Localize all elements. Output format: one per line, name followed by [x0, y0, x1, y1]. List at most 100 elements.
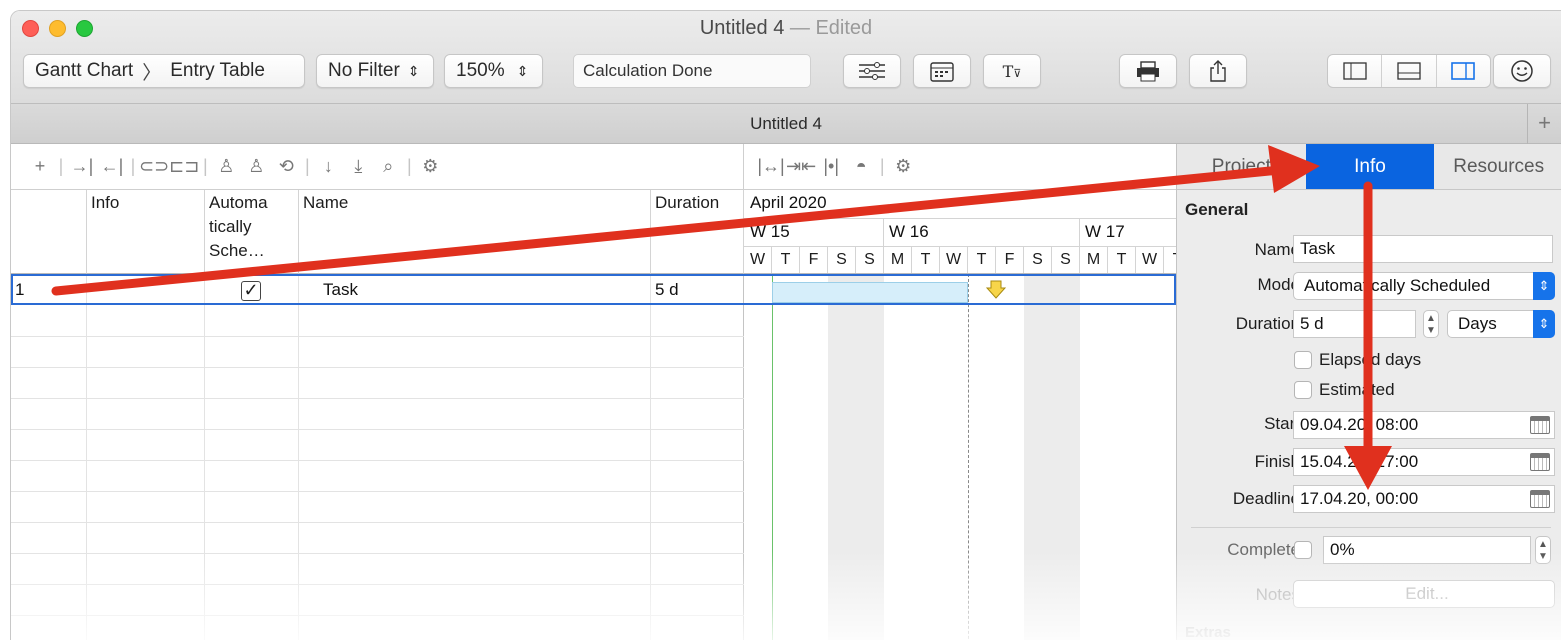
week-label: W 15	[750, 222, 790, 241]
gantt-month-label: April 2020	[750, 193, 827, 212]
calendar-icon[interactable]	[1530, 490, 1550, 508]
name-field[interactable]: Task	[1293, 235, 1553, 263]
outdent-icon[interactable]: ←|	[97, 156, 127, 177]
move-down-icon[interactable]: ↓	[313, 156, 343, 177]
text-style-button[interactable]: T⊽	[983, 54, 1041, 88]
toolbar-divider: |	[407, 156, 412, 176]
duration-unit-popup[interactable]: Days ⇕	[1447, 310, 1555, 338]
finish-field[interactable]: 15.04.20, 17:00	[1293, 448, 1555, 476]
toolbar-divider: |	[58, 156, 64, 176]
feedback-button[interactable]	[1493, 54, 1551, 88]
assign-resource-icon[interactable]: ♙	[211, 156, 241, 177]
start-field[interactable]: 09.04.20, 08:00	[1293, 411, 1555, 439]
calendar-icon[interactable]	[1530, 416, 1550, 434]
status-text: Calculation Done	[583, 61, 713, 80]
project-start-line	[772, 274, 773, 640]
link-icon[interactable]: ⊂⊃	[139, 156, 169, 177]
estimated-checkbox[interactable]	[1294, 381, 1312, 399]
print-icon	[1137, 61, 1159, 82]
updown-chevron-icon: ⇕	[1533, 310, 1555, 338]
app-window: Untitled 4 — Edited Gantt Chart 〉 Entry …	[10, 10, 1561, 640]
outline-toolbar: + | →| ←| | ⊂⊃ ⊏⊐ | ♙ ♙ ⟲ | ↓ ⤓ ⌕ | ⚙	[11, 144, 744, 190]
view-table-label: Entry Table	[170, 60, 265, 81]
tab-info[interactable]: Info	[1305, 144, 1435, 189]
mode-popup[interactable]: Automatically Scheduled ⇕	[1293, 272, 1555, 300]
bottom-panel-toggle[interactable]	[1382, 55, 1437, 87]
status-field: Calculation Done	[573, 54, 811, 88]
filter-popup[interactable]: No Filter ⇕	[316, 54, 434, 88]
deadline-value: 17.04.20, 00:00	[1300, 489, 1419, 508]
search-icon[interactable]: ⌕	[373, 156, 403, 177]
row-divider	[11, 584, 744, 585]
day-label: T	[772, 247, 800, 273]
header-info[interactable]: Info	[87, 190, 205, 274]
row-divider	[11, 367, 744, 368]
gear-icon[interactable]: ⚙	[415, 156, 445, 177]
calendar-button[interactable]	[913, 54, 971, 88]
row-divider	[11, 553, 744, 554]
deadline-field[interactable]: 17.04.20, 00:00	[1293, 485, 1555, 513]
row-divider	[11, 398, 744, 399]
header-duration[interactable]: Duration	[651, 190, 744, 274]
replace-resource-icon[interactable]: ⟲	[271, 156, 301, 177]
import-icon[interactable]: ⤓	[343, 156, 373, 177]
shrink-icon[interactable]: ⇥⇤	[786, 156, 816, 177]
sliders-button[interactable]	[843, 54, 901, 88]
duration-stepper[interactable]: ▲ ▼	[1423, 310, 1439, 338]
window-title: Untitled 4 — Edited	[11, 17, 1561, 40]
filter-label: No Filter	[328, 60, 400, 81]
duration-field[interactable]: 5 d	[1293, 310, 1416, 338]
fit-width-icon[interactable]: |↔|	[756, 156, 786, 177]
day-label: F	[800, 247, 828, 273]
view-selector[interactable]: Gantt Chart 〉 Entry Table	[23, 54, 305, 88]
row-divider	[11, 429, 744, 430]
header-name[interactable]: Name	[299, 190, 651, 274]
day-label: F	[996, 247, 1024, 273]
week-divider	[883, 219, 884, 247]
updown-chevron-icon: ⇕	[516, 62, 529, 79]
header-row-number	[11, 190, 87, 274]
section-divider	[1191, 527, 1551, 528]
section-general: General	[1185, 200, 1249, 219]
tab-resources[interactable]: Resources	[1434, 144, 1561, 189]
row-divider	[11, 491, 744, 492]
remove-resource-icon[interactable]: ♙	[241, 156, 271, 177]
entry-table: Info Automa tically Sche… Name Duration …	[11, 190, 744, 640]
gear-icon[interactable]: ⚙	[888, 156, 918, 177]
add-tab-button[interactable]: +	[1527, 104, 1561, 144]
progress-icon[interactable]: ◓	[846, 156, 876, 177]
week-header-row: W 15 W 16 W 17	[744, 218, 1176, 247]
column-divider	[298, 274, 299, 640]
document-tab-bar: Untitled 4 +	[11, 104, 1561, 144]
start-value: 09.04.20, 08:00	[1300, 415, 1419, 434]
day-label: S	[1052, 247, 1080, 273]
sidebar-left-toggle[interactable]	[1328, 55, 1383, 87]
deadline-label: Deadline	[1232, 489, 1300, 508]
milestone-icon[interactable]: |•|	[816, 156, 846, 177]
tab-project[interactable]: Project	[1177, 144, 1306, 189]
sidebar-right-toggle[interactable]	[1437, 55, 1490, 87]
section-extras: Extras	[1185, 624, 1231, 640]
indent-icon[interactable]: →|	[67, 156, 97, 177]
unlink-icon[interactable]: ⊏⊐	[169, 156, 199, 177]
notes-edit-button[interactable]: Edit...	[1293, 580, 1555, 608]
week-label: W 17	[1085, 222, 1125, 241]
complete-field[interactable]: 0%	[1323, 536, 1531, 564]
complete-checkbox[interactable]	[1294, 541, 1312, 559]
share-button[interactable]	[1189, 54, 1247, 88]
smiley-icon	[1511, 60, 1533, 82]
document-tab[interactable]: Untitled 4	[750, 114, 822, 133]
text-style-icon: T⊽	[1002, 61, 1022, 81]
header-auto-scheduled[interactable]: Automa tically Sche…	[205, 190, 299, 274]
estimated-label: Estimated	[1319, 380, 1395, 399]
sidebar-right-icon	[1451, 62, 1476, 80]
toolbar-divider: |	[879, 156, 885, 176]
selected-row-highlight	[11, 274, 1176, 305]
zoom-popup[interactable]: 150% ⇕	[444, 54, 543, 88]
add-task-icon[interactable]: +	[25, 156, 55, 177]
weekend-shade	[1024, 274, 1080, 640]
elapsed-days-checkbox[interactable]	[1294, 351, 1312, 369]
complete-stepper[interactable]: ▲ ▼	[1535, 536, 1551, 564]
calendar-icon[interactable]	[1530, 453, 1550, 471]
print-button[interactable]	[1119, 54, 1177, 88]
